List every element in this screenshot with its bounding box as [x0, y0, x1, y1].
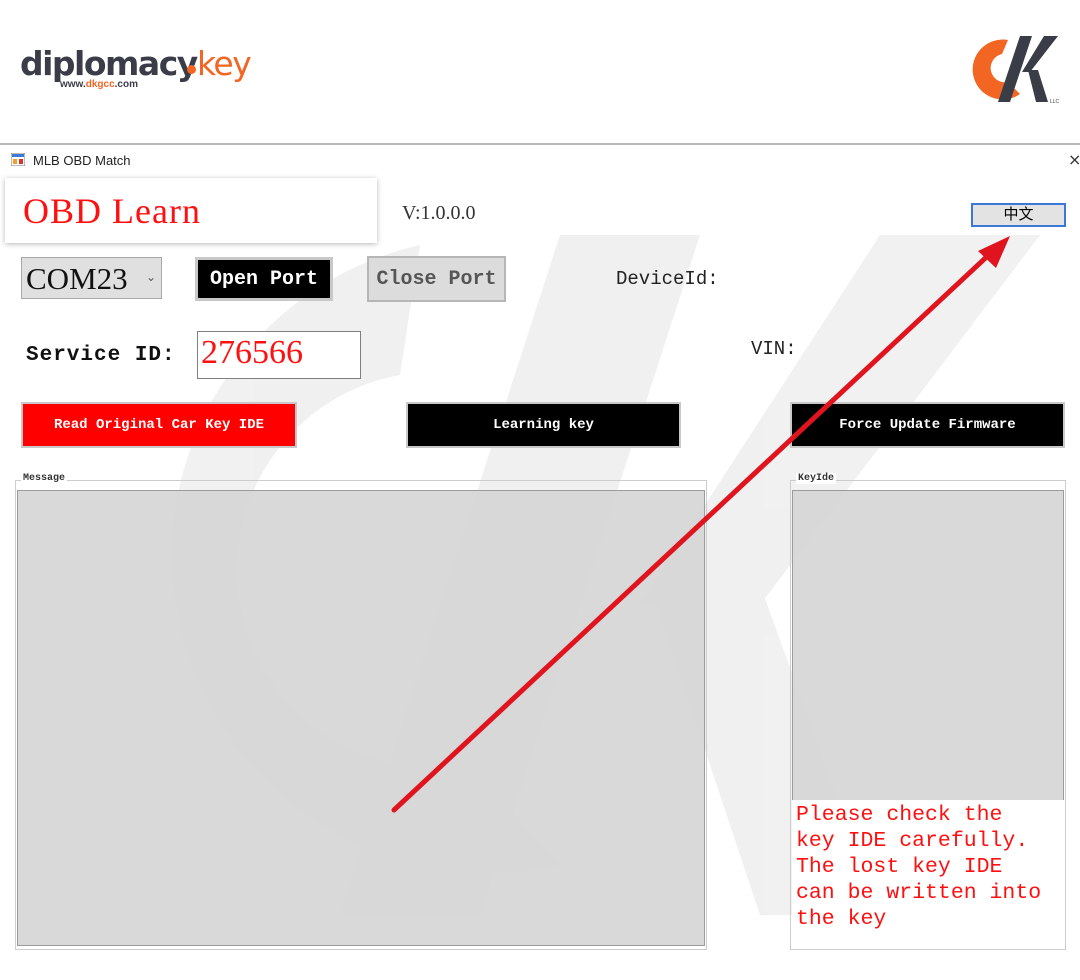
- header-separator: [0, 143, 1080, 145]
- close-port-button[interactable]: Close Port: [367, 256, 506, 302]
- brand-name: diplomacy: [20, 44, 198, 83]
- brand-suffix: key: [197, 44, 252, 83]
- app-window-icon: [11, 153, 25, 166]
- chevron-down-icon: ⌄: [146, 270, 157, 284]
- port-select-value: COM23: [26, 261, 128, 296]
- note-line: can be written into: [796, 881, 1042, 905]
- force-update-firmware-button[interactable]: Force Update Firmware: [790, 402, 1065, 448]
- service-id-field[interactable]: 276566: [197, 331, 361, 379]
- keyide-group-label: KeyIde: [796, 473, 837, 484]
- window-title: MLB OBD Match: [33, 153, 131, 168]
- read-original-key-button[interactable]: Read Original Car Key IDE: [21, 402, 297, 448]
- port-select[interactable]: COM23 ⌄: [21, 257, 162, 299]
- window-titlebar[interactable]: MLB OBD Match ×: [0, 146, 1080, 174]
- dk-logo-icon: LLC: [972, 36, 1060, 105]
- brand-url: www.dkgcc.com: [60, 79, 138, 90]
- learning-key-button[interactable]: Learning key: [406, 402, 681, 448]
- service-id-value: 276566: [201, 334, 303, 371]
- service-id-label: Service ID:: [26, 344, 176, 367]
- note-line: Please check the: [796, 803, 1003, 827]
- logo-suffix: LLC: [1050, 99, 1060, 105]
- brand-dot: [187, 65, 196, 74]
- message-group-label: Message: [21, 473, 68, 484]
- device-id-label: DeviceId:: [616, 268, 719, 290]
- brand-url-suffix: .com: [114, 79, 138, 90]
- open-port-button[interactable]: Open Port: [195, 257, 333, 301]
- message-textarea[interactable]: [17, 490, 705, 946]
- window-close-icon[interactable]: ×: [1068, 150, 1080, 169]
- vin-label: VIN:: [751, 338, 797, 360]
- brand-wordmark: diplomacy key www.dkgcc.com: [20, 44, 260, 94]
- note-line: The lost key IDE: [796, 855, 1003, 879]
- note-line: key IDE carefully.: [796, 829, 1029, 853]
- heading-card: OBD Learn: [5, 178, 377, 243]
- brand-url-prefix: www.: [60, 79, 86, 90]
- version-label: V:1.0.0.0: [402, 202, 476, 224]
- note-line: the key: [796, 907, 887, 931]
- brand-url-highlight: dkgcc: [85, 79, 115, 90]
- keyide-textarea[interactable]: [792, 490, 1064, 801]
- page-title: OBD Learn: [23, 191, 201, 231]
- language-button[interactable]: 中文: [971, 203, 1066, 227]
- keyide-annotation-note: Please check the key IDE carefully. The …: [792, 800, 1064, 948]
